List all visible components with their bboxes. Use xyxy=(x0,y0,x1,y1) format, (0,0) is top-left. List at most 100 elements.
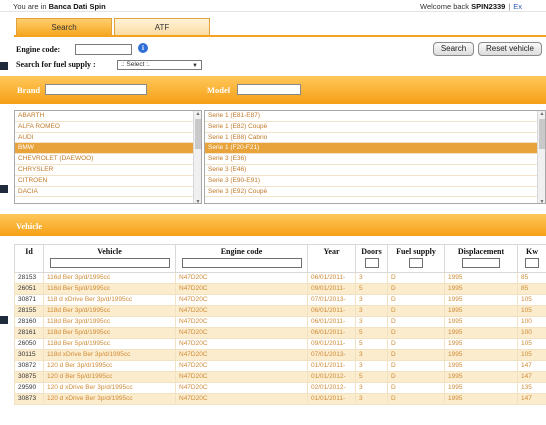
scroll-up-icon[interactable]: ▲ xyxy=(195,111,201,117)
header-label: Fuel supply xyxy=(396,247,436,256)
list-item[interactable]: Serie 1 (E82) Coupè xyxy=(205,122,545,133)
table-cell[interactable]: 120 d Ber 3p/d/1995cc xyxy=(43,360,176,372)
scroll-down-icon[interactable]: ▼ xyxy=(195,199,201,203)
scroll-down-icon[interactable]: ▼ xyxy=(539,199,545,203)
table-cell[interactable]: 118 d xDrive Ber 3p/d/1995cc xyxy=(43,294,176,306)
model-list[interactable]: Serie 1 (E81-E87) Serie 1 (E82) Coupè Se… xyxy=(204,110,546,204)
list-item[interactable]: CHEVROLET (DAEWOO) xyxy=(15,154,201,165)
list-item[interactable]: CHRYSLER xyxy=(15,165,201,176)
scroll-thumb[interactable] xyxy=(539,119,545,149)
table-cell[interactable]: 118d Ber 3p/d/1995cc xyxy=(43,316,176,328)
list-item[interactable]: Serie 1 (E88) Cabrio xyxy=(205,133,545,144)
column-header-displacement: Displacement xyxy=(444,244,518,273)
table-row[interactable]: 30871 118 d xDrive Ber 3p/d/1995cc N47D20C… xyxy=(14,294,546,306)
separator: | xyxy=(508,2,511,11)
doors-filter-input[interactable] xyxy=(364,258,379,268)
column-header-id: Id xyxy=(14,244,44,273)
table-row[interactable]: 28160 118d Ber 3p/d/1995cc N47D20C 06/01/20… xyxy=(14,316,546,328)
column-header-year: Year xyxy=(307,244,356,273)
table-row[interactable]: 30872 120 d Ber 3p/d/1995cc N47D20C 01/01/2… xyxy=(14,360,546,372)
info-icon[interactable]: i xyxy=(138,43,148,53)
table-cell: 1995 xyxy=(444,316,518,328)
table-cell: 85 xyxy=(517,283,546,295)
scrollbar[interactable]: ▲ ▼ xyxy=(537,111,545,203)
table-cell: 1995 xyxy=(444,338,518,350)
table-cell[interactable]: 116d Ber 3p/d/1995cc xyxy=(43,272,176,284)
table-row[interactable]: 30873 120 d xDrive Ber 3p/d/1995cc N47D20C… xyxy=(14,393,546,405)
engine-code-filter-input[interactable] xyxy=(181,258,302,268)
engine-code-input[interactable] xyxy=(75,44,132,55)
table-cell[interactable]: 118d Ber 5p/d/1995cc xyxy=(43,327,176,339)
table-row[interactable]: 28153 116d Ber 3p/d/1995cc N47D20C 06/01/20… xyxy=(14,272,546,284)
table-cell: 30871 xyxy=(14,294,44,306)
vehicle-filter-input[interactable] xyxy=(49,258,170,268)
tab-atf[interactable]: ATF xyxy=(114,18,210,35)
table-cell: D xyxy=(387,338,445,350)
list-item[interactable]: Serie 3 (E90-E91) xyxy=(205,176,545,187)
table-row[interactable]: 30875 120 d Ber 5p/d/1995cc N47D20C 01/01/2… xyxy=(14,371,546,383)
table-cell: 1995 xyxy=(444,349,518,361)
table-cell: D xyxy=(387,393,445,405)
brand-filter-input[interactable] xyxy=(45,84,147,95)
list-item[interactable]: ABARTH xyxy=(15,111,201,122)
table-cell: 100 xyxy=(517,327,546,339)
list-item[interactable]: AUDI xyxy=(15,133,201,144)
table-cell[interactable]: 120 d xDrive Ber 3p/d/1995cc xyxy=(43,393,176,405)
table-cell: D xyxy=(387,349,445,361)
list-item[interactable]: ALFA ROMEO xyxy=(15,122,201,133)
table-row[interactable]: 26051 116d Ber 5p/d/1995cc N47D20C 09/01/20… xyxy=(14,283,546,295)
exit-link[interactable]: Ex xyxy=(513,2,522,11)
scroll-up-icon[interactable]: ▲ xyxy=(539,111,545,117)
table-cell[interactable]: 118d xDrive Ber 3p/d/1995cc xyxy=(43,349,176,361)
table-cell: 26051 xyxy=(14,283,44,295)
table-row[interactable]: 26050 118d Ber 5p/d/1995cc N47D20C 09/01/20… xyxy=(14,338,546,350)
table-cell: 3 xyxy=(355,382,388,394)
table-cell[interactable]: 118d Ber 3p/d/1995cc xyxy=(43,305,176,317)
list-item-selected[interactable]: BMW xyxy=(15,143,201,155)
list-item[interactable]: Serie 1 (E81-E87) xyxy=(205,111,545,122)
list-item[interactable]: Serie 3 (E46) xyxy=(205,165,545,176)
kw-filter-input[interactable] xyxy=(525,258,539,268)
header-label: Vehicle xyxy=(97,247,122,256)
scrollbar[interactable]: ▲ ▼ xyxy=(193,111,201,203)
model-filter-input[interactable] xyxy=(237,84,301,95)
fuel-filter-input[interactable] xyxy=(409,258,423,268)
search-button[interactable]: Search xyxy=(433,42,474,56)
column-header-doors: Doors xyxy=(355,244,388,273)
fuel-supply-label: Search for fuel supply : xyxy=(16,60,96,69)
list-item-selected[interactable]: Serie 1 (F20-F21) xyxy=(205,143,545,155)
tab-underline xyxy=(14,35,546,37)
table-cell[interactable]: 120 d Ber 5p/d/1995cc xyxy=(43,371,176,383)
table-cell: 5 xyxy=(355,371,388,383)
table-cell: D xyxy=(387,294,445,306)
table-row[interactable]: 28161 118d Ber 5p/d/1995cc N47D20C 06/01/20… xyxy=(14,327,546,339)
table-cell: 3 xyxy=(355,393,388,405)
reset-vehicle-button[interactable]: Reset vehicle xyxy=(478,42,542,56)
table-cell: 147 xyxy=(517,360,546,372)
list-item[interactable]: DACIA xyxy=(15,187,201,198)
header-label: Engine code xyxy=(220,247,263,256)
table-row[interactable]: 28155 118d Ber 3p/d/1995cc N47D20C 06/01/20… xyxy=(14,305,546,317)
displacement-filter-input[interactable] xyxy=(462,258,500,268)
table-cell[interactable]: 118d Ber 5p/d/1995cc xyxy=(43,338,176,350)
table-cell: D xyxy=(387,272,445,284)
table-cell: 30873 xyxy=(14,393,44,405)
table-cell: 09/01/2011- xyxy=(307,283,356,295)
tab-search[interactable]: Search xyxy=(16,18,112,35)
list-item[interactable]: Serie 3 (E36) xyxy=(205,154,545,165)
brand-list[interactable]: ABARTH ALFA ROMEO AUDI BMW CHEVROLET (DA… xyxy=(14,110,202,204)
list-item[interactable]: Serie 3 (E92) Coupè xyxy=(205,187,545,198)
table-cell: 06/01/2011- xyxy=(307,305,356,317)
brand-label: Brand xyxy=(17,85,41,95)
table-cell[interactable]: 120 d xDrive Ber 3p/d/1995cc xyxy=(43,382,176,394)
fuel-supply-select[interactable]: .: Select :. ▼ xyxy=(117,60,202,70)
list-item[interactable]: CITROEN xyxy=(15,176,201,187)
table-row[interactable]: 29590 120 d xDrive Ber 3p/d/1995cc N47D20C… xyxy=(14,382,546,394)
table-cell: 01/01/2011- xyxy=(307,393,356,405)
scroll-thumb[interactable] xyxy=(195,119,201,149)
table-cell: 105 xyxy=(517,305,546,317)
vehicle-label: Vehicle xyxy=(16,221,43,231)
table-row[interactable]: 30115 118d xDrive Ber 3p/d/1995cc N47D20C 0… xyxy=(14,349,546,361)
table-cell[interactable]: 116d Ber 5p/d/1995cc xyxy=(43,283,176,295)
table-cell: 1995 xyxy=(444,393,518,405)
